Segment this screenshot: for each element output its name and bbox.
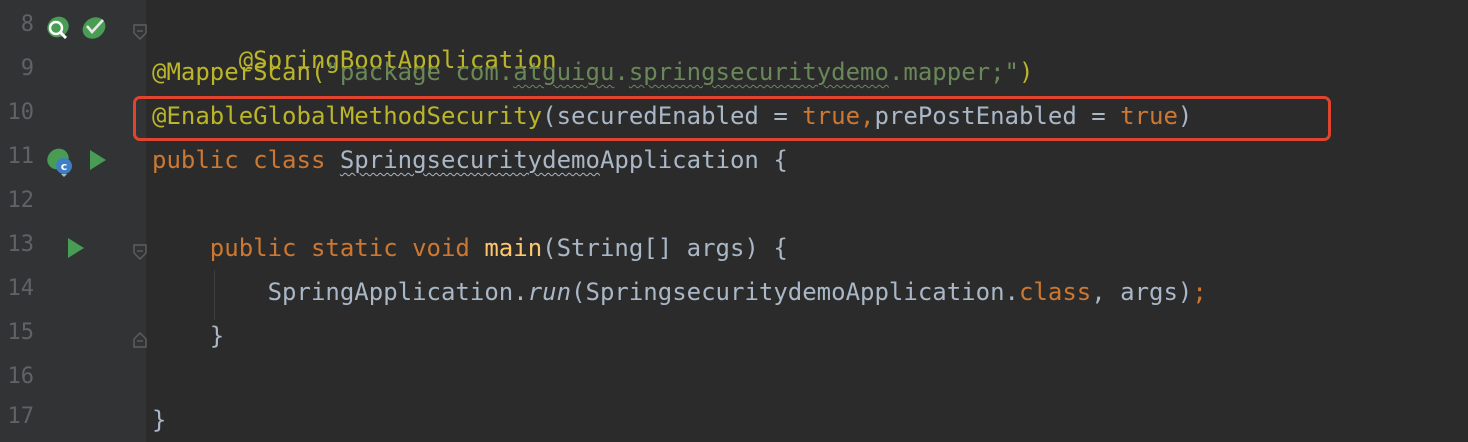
code-text: } (152, 322, 225, 350)
code-line-15: 15 } (0, 314, 1468, 358)
run-icon[interactable] (88, 146, 118, 176)
fold-marker[interactable] (131, 19, 149, 40)
code-text: @MapperScan("package com.atguigu.springs… (152, 58, 1034, 86)
code-line-12: 12 (0, 182, 1468, 226)
fold-marker[interactable] (131, 327, 149, 348)
code-text: } (152, 406, 167, 434)
spring-app-icon[interactable]: c (44, 146, 74, 177)
code-line-13: 13 public static void main(String[] args… (0, 226, 1468, 270)
line-number: 11 (7, 144, 35, 169)
line-number: 12 (7, 188, 35, 213)
bean-search-icon[interactable] (44, 14, 74, 44)
line-number: 14 (7, 276, 35, 301)
run-icon[interactable] (66, 234, 96, 264)
code-line-9: 9 @MapperScan("package com.atguigu.sprin… (0, 50, 1468, 94)
line-number: 15 (7, 320, 35, 345)
code-line-14: 14 SpringApplication.run(Springsecurityd… (0, 270, 1468, 314)
code-line-11: 11 c public class SpringsecuritydemoAppl… (0, 138, 1468, 182)
line-number: 9 (20, 56, 34, 81)
code-line-16: 16 (0, 358, 1468, 402)
line-number: 17 (7, 404, 35, 429)
line-number: 8 (20, 12, 34, 37)
line-number: 13 (7, 232, 35, 257)
code-text: SpringApplication.run(Springsecuritydemo… (152, 278, 1207, 306)
line-number: 16 (7, 364, 35, 389)
code-line-8: 8 @SpringBootApplication (0, 6, 1468, 74)
line-number: 10 (7, 100, 35, 125)
code-text: public class SpringsecuritydemoApplicati… (152, 146, 788, 174)
fold-marker[interactable] (131, 239, 149, 260)
highlight-annotation-box (133, 96, 1331, 141)
code-text: public static void main(String[] args) { (152, 234, 788, 262)
code-line-17: 17 } (0, 398, 1468, 442)
spring-check-icon[interactable] (80, 14, 110, 44)
svg-text:c: c (61, 160, 68, 173)
indent-guide (214, 270, 215, 320)
code-editor[interactable]: 8 @SpringBootApplication 9 @MapperScan("… (0, 0, 1468, 442)
